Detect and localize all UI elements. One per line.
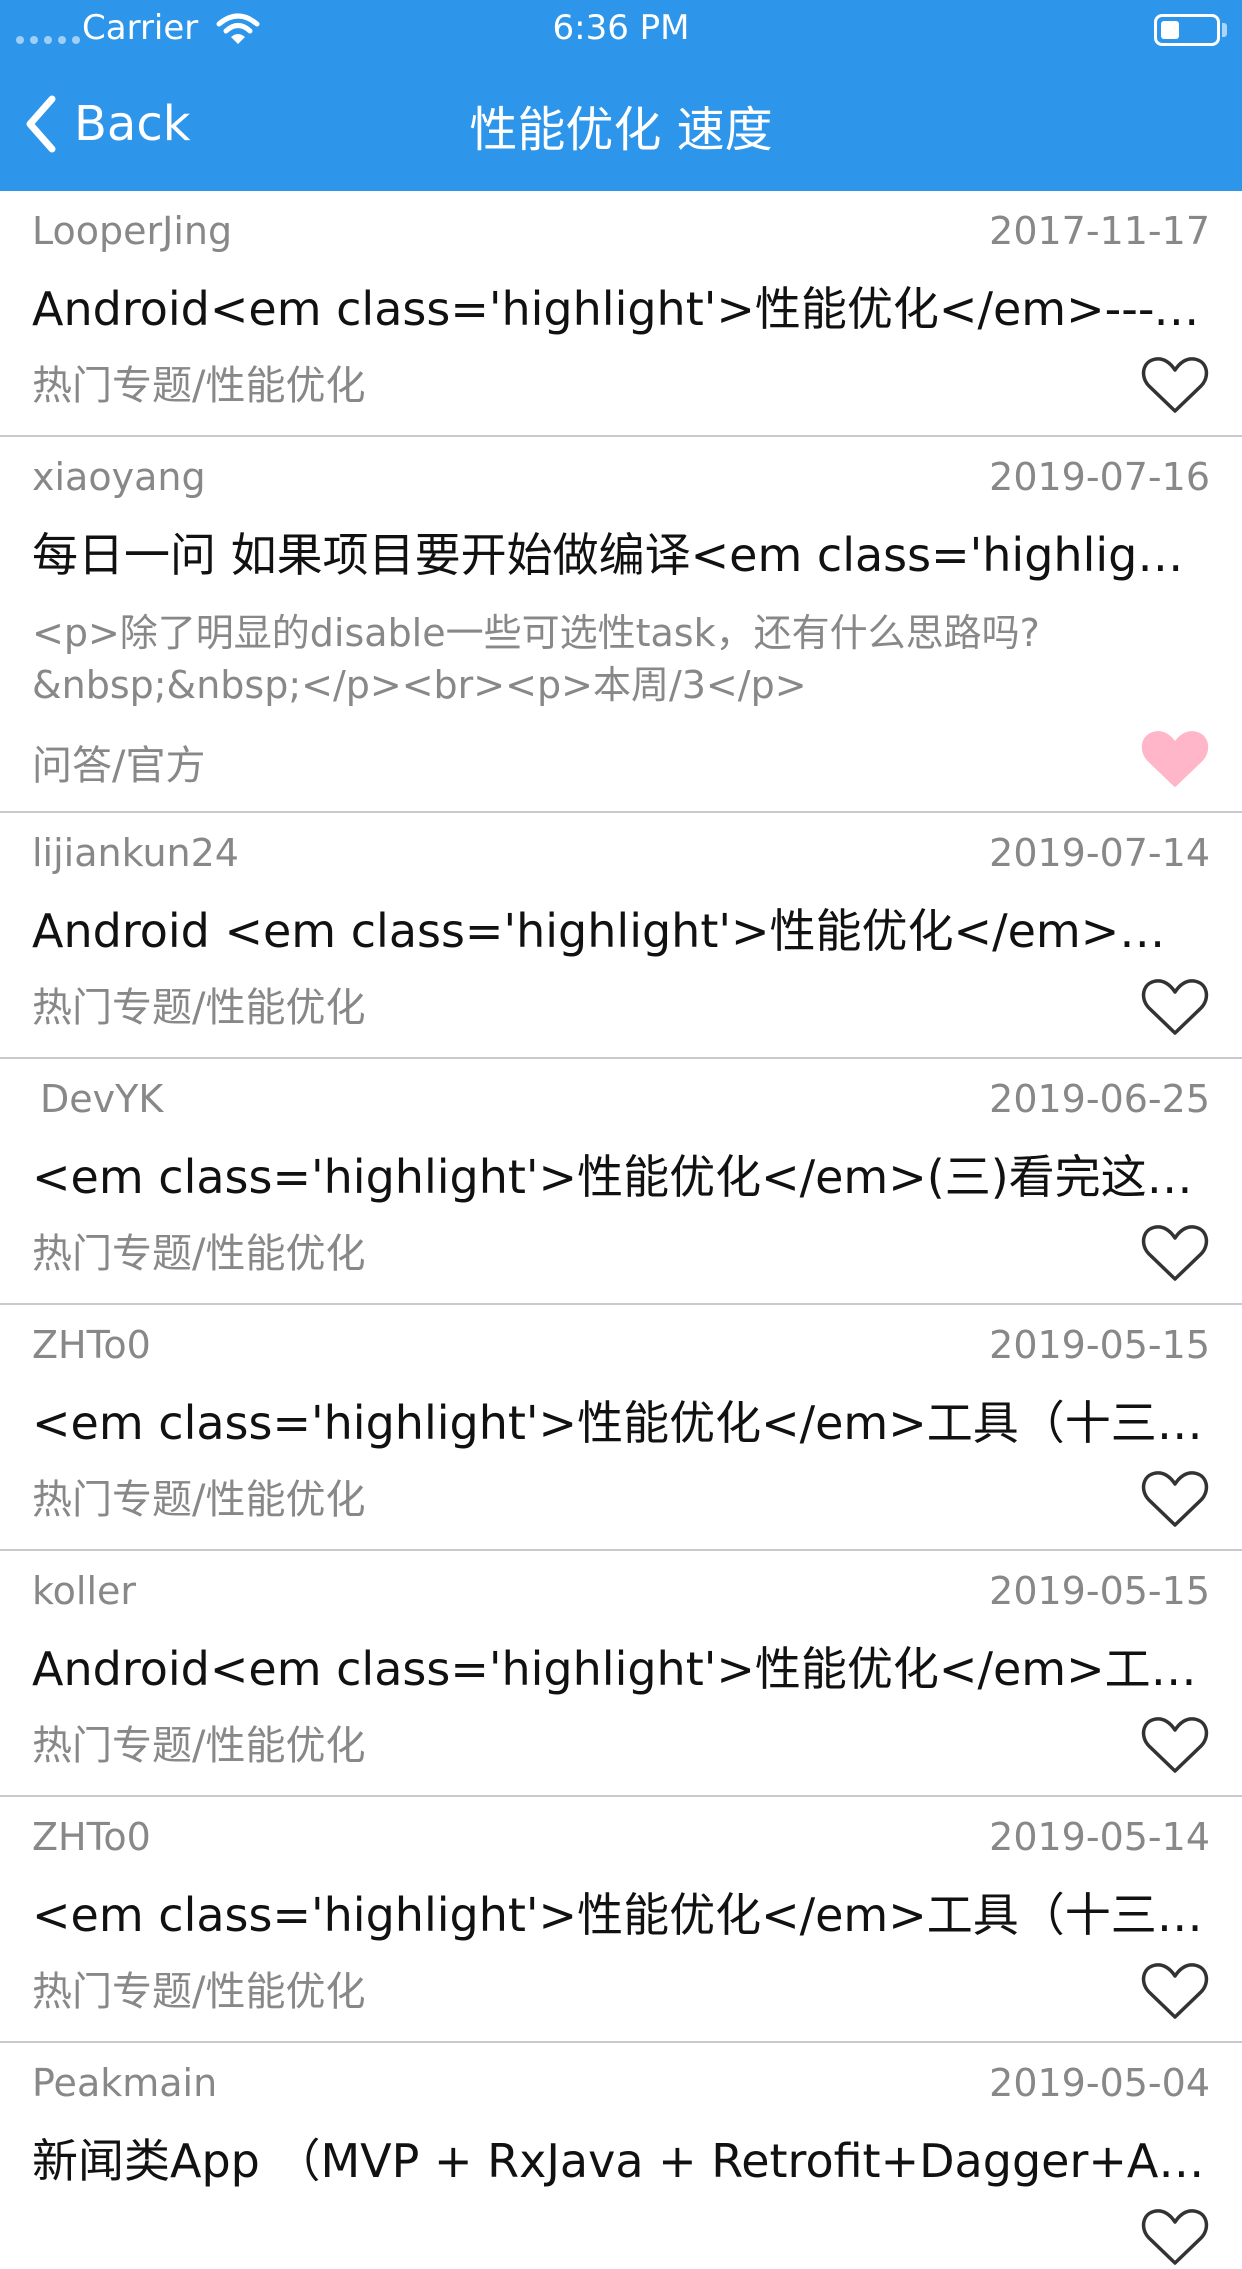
author-name: LooperJing	[32, 209, 233, 253]
post-date: 2017-11-17	[989, 209, 1210, 253]
category-label: 问答/官方	[32, 743, 206, 789]
article-description: <p>除了明显的disable一些可选性task，还有什么思路吗? &nbsp;…	[32, 607, 1206, 711]
category-label: 热门专题/性能优化	[32, 1969, 366, 2015]
page-title: 性能优化 速度	[469, 102, 773, 158]
post-date: 2019-05-15	[989, 1323, 1210, 1367]
list-item[interactable]: Peakmain 2019-05-04 新闻类App （MVP + RxJava…	[0, 2043, 1242, 2265]
navigation-header: Carrier 6:36 PM Back 性能优化 速度	[0, 0, 1242, 191]
article-title: <em class='highlight'>性能优化</em>(三)看完这篇…	[32, 1150, 1206, 1204]
author-name: xiaoyang	[32, 455, 206, 499]
post-date: 2019-05-14	[989, 1815, 1210, 1859]
heart-outline-icon[interactable]	[1140, 353, 1210, 417]
list-item[interactable]: LooperJing 2017-11-17 Android<em class='…	[0, 191, 1242, 437]
author-name: lijiankun24	[32, 831, 239, 875]
battery-tip	[1222, 23, 1227, 37]
heart-outline-icon[interactable]	[1140, 1221, 1210, 1285]
post-date: 2019-05-04	[989, 2061, 1210, 2105]
status-bar: Carrier 6:36 PM	[0, 0, 1242, 60]
status-time: 6:36 PM	[552, 8, 690, 48]
article-title: 新闻类App （MVP + RxJava + Retrofit+Dagger+A…	[32, 2134, 1206, 2188]
heart-outline-icon[interactable]	[1140, 1467, 1210, 1531]
description-line: <p>除了明显的disable一些可选性task，还有什么思路吗?	[32, 611, 1040, 655]
author-name: koller	[32, 1569, 137, 1613]
list-item[interactable]: xiaoyang 2019-07-16 每日一问 如果项目要开始做编译<em c…	[0, 437, 1242, 813]
article-title: Android<em class='highlight'>性能优化</em>工具…	[32, 1642, 1206, 1696]
article-title: Android <em class='highlight'>性能优化</em>系…	[32, 904, 1206, 958]
category-label: 热门专题/性能优化	[32, 1231, 366, 1277]
category-label: 热门专题/性能优化	[32, 1723, 366, 1769]
author-name: ZHTo0	[32, 1323, 151, 1367]
author-name: Peakmain	[32, 2061, 218, 2105]
author-name: ZHTo0	[32, 1815, 151, 1859]
heart-outline-icon[interactable]	[1140, 1959, 1210, 2023]
category-label: 热门专题/性能优化	[32, 985, 366, 1031]
list-item[interactable]: koller 2019-05-15 Android<em class='high…	[0, 1551, 1242, 1797]
article-title: <em class='highlight'>性能优化</em>工具（十三）…	[32, 1396, 1206, 1450]
heart-outline-icon[interactable]	[1140, 1713, 1210, 1777]
article-title: 每日一问 如果项目要开始做编译<em class='highligh…	[32, 528, 1206, 582]
post-date: 2019-06-25	[989, 1077, 1210, 1121]
battery-icon	[1154, 14, 1220, 46]
list-item[interactable]: ZHTo0 2019-05-15 <em class='highlight'>性…	[0, 1305, 1242, 1551]
post-date: 2019-05-15	[989, 1569, 1210, 1613]
post-date: 2019-07-16	[989, 455, 1210, 499]
list-item[interactable]: DevYK 2019-06-25 <em class='highlight'>性…	[0, 1059, 1242, 1305]
category-label: 热门专题/性能优化	[32, 363, 366, 409]
article-title: Android<em class='highlight'>性能优化</em>--…	[32, 282, 1206, 336]
article-title: <em class='highlight'>性能优化</em>工具（十三）…	[32, 1888, 1206, 1942]
heart-outline-icon[interactable]	[1140, 975, 1210, 1039]
list-item[interactable]: ZHTo0 2019-05-14 <em class='highlight'>性…	[0, 1797, 1242, 2043]
description-line: &nbsp;&nbsp;</p><br><p>本周/3</p>	[32, 663, 807, 707]
category-label: 热门专题/性能优化	[32, 1477, 366, 1523]
heart-filled-icon[interactable]	[1140, 727, 1210, 791]
post-date: 2019-07-14	[989, 831, 1210, 875]
author-name: DevYK	[40, 1077, 164, 1121]
heart-outline-icon[interactable]	[1140, 2205, 1210, 2269]
list-item[interactable]: lijiankun24 2019-07-14 Android <em class…	[0, 813, 1242, 1059]
article-list: LooperJing 2017-11-17 Android<em class='…	[0, 191, 1242, 2265]
